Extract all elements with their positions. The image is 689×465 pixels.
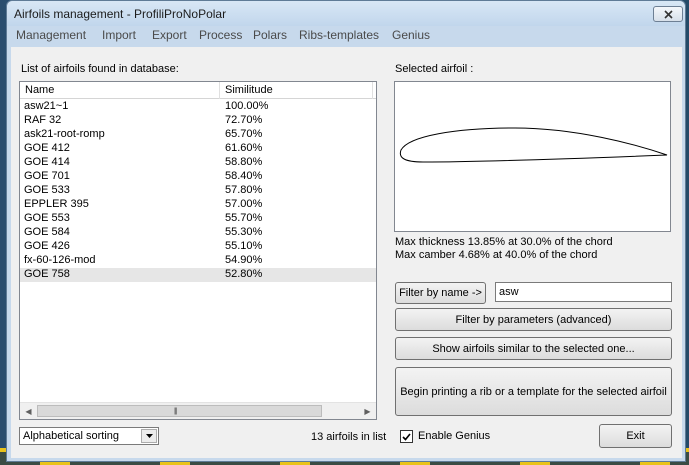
menu-polars[interactable]: Polars [253, 28, 287, 42]
table-row[interactable]: RAF 32 72.70% [20, 114, 376, 128]
similitude-cell: 52.80% [225, 268, 263, 280]
grip-icon: ||| [174, 408, 178, 415]
checkmark-icon [402, 432, 411, 441]
scroll-right-icon[interactable]: ▶ [359, 403, 376, 419]
airfoils-window: Airfoils management - ProfiliProNoPolar … [6, 0, 686, 462]
similitude-cell: 55.10% [225, 240, 263, 252]
menu-export[interactable]: Export [152, 28, 187, 42]
menu-genius[interactable]: Genius [392, 28, 430, 42]
menu-ribs-templates[interactable]: Ribs-templates [299, 28, 379, 42]
similitude-cell: 55.70% [225, 212, 263, 224]
sorting-value: Alphabetical sorting [23, 430, 120, 442]
table-row[interactable]: fx-60-126-mod 54.90% [20, 254, 376, 268]
close-button[interactable] [653, 6, 683, 22]
title-bar: Airfoils management - ProfiliProNoPolar [7, 1, 685, 26]
airfoil-name-cell: fx-60-126-mod [24, 254, 96, 266]
table-row[interactable]: asw21~1 100.00% [20, 100, 376, 114]
airfoil-name-cell: GOE 758 [24, 268, 70, 280]
table-row[interactable]: GOE 553 55.70% [20, 212, 376, 226]
enable-genius-label[interactable]: Enable Genius [418, 430, 490, 442]
window-title: Airfoils management - ProfiliProNoPolar [14, 7, 227, 21]
scroll-left-icon[interactable]: ◀ [20, 403, 37, 419]
table-row[interactable]: GOE 701 58.40% [20, 170, 376, 184]
menu-process[interactable]: Process [199, 28, 242, 42]
table-row[interactable]: GOE 412 61.60% [20, 142, 376, 156]
table-row[interactable]: GOE 758 52.80% [20, 268, 376, 282]
chevron-down-icon [145, 434, 153, 438]
airfoil-name-cell: RAF 32 [24, 114, 62, 126]
client-area: List of airfoils found in database: Name… [11, 47, 682, 458]
filter-name-input[interactable] [496, 283, 671, 301]
table-row[interactable]: GOE 414 58.80% [20, 156, 376, 170]
airfoil-name-cell: GOE 426 [24, 240, 70, 252]
similitude-cell: 54.90% [225, 254, 263, 266]
table-row[interactable]: GOE 533 57.80% [20, 184, 376, 198]
similitude-cell: 72.70% [225, 114, 263, 126]
similitude-cell: 55.30% [225, 226, 263, 238]
table-row[interactable]: EPPLER 395 57.00% [20, 198, 376, 212]
close-icon [663, 9, 673, 19]
similitude-cell: 57.00% [225, 198, 263, 210]
airfoil-preview [394, 81, 671, 232]
airfoil-name-cell: GOE 533 [24, 184, 70, 196]
dropdown-button[interactable] [141, 429, 157, 443]
preview-caption: Selected airfoil : [395, 63, 474, 75]
sorting-dropdown[interactable]: Alphabetical sorting [19, 427, 159, 445]
similitude-cell: 58.80% [225, 156, 263, 168]
filter-parameters-button[interactable]: Filter by parameters (advanced) [395, 308, 672, 331]
menu-management[interactable]: Management [16, 28, 86, 42]
similitude-cell: 61.60% [225, 142, 263, 154]
column-header-similitude[interactable]: Similitude [225, 84, 273, 96]
similitude-cell: 100.00% [225, 100, 269, 112]
similitude-cell: 57.80% [225, 184, 263, 196]
airfoil-name-cell: GOE 414 [24, 156, 70, 168]
airfoil-name-cell: GOE 584 [24, 226, 70, 238]
airfoil-list[interactable]: Name Similitude asw21~1 100.00% RAF 32 72.7… [19, 81, 377, 420]
airfoil-name-cell: GOE 412 [24, 142, 70, 154]
menu-import[interactable]: Import [102, 28, 136, 42]
airfoil-name-cell: EPPLER 395 [24, 198, 89, 210]
exit-button[interactable]: Exit [599, 424, 672, 448]
column-header-name[interactable]: Name [25, 84, 54, 96]
similitude-cell: 58.40% [225, 170, 263, 182]
print-rib-button[interactable]: Begin printing a rib or a template for t… [395, 367, 672, 416]
show-similar-button[interactable]: Show airfoils similar to the selected on… [395, 337, 672, 360]
menu-bar: Management Import Export Process Polars … [7, 26, 685, 46]
enable-genius-checkbox[interactable] [400, 430, 413, 443]
filter-by-name-button[interactable]: Filter by name -> [395, 282, 486, 304]
airfoil-name-cell: asw21~1 [24, 100, 69, 112]
column-divider[interactable] [372, 82, 373, 99]
table-row[interactable]: ask21-root-romp 65.70% [20, 128, 376, 142]
horizontal-scrollbar[interactable]: ◀ ||| ▶ [20, 402, 376, 419]
column-divider[interactable] [219, 82, 220, 99]
list-caption: List of airfoils found in database: [21, 63, 179, 75]
table-row[interactable]: GOE 426 55.10% [20, 240, 376, 254]
thickness-info: Max thickness 13.85% at 30.0% of the cho… [395, 236, 613, 248]
list-rows: asw21~1 100.00% RAF 32 72.70% ask21-root-rom… [20, 100, 376, 282]
camber-info: Max camber 4.68% at 40.0% of the chord [395, 249, 598, 261]
filter-name-field[interactable] [495, 282, 672, 302]
airfoil-name-cell: GOE 553 [24, 212, 70, 224]
airfoil-name-cell: ask21-root-romp [24, 128, 105, 140]
similitude-cell: 65.70% [225, 128, 263, 140]
scroll-thumb[interactable]: ||| [37, 405, 322, 417]
table-row[interactable]: GOE 584 55.30% [20, 226, 376, 240]
list-header: Name Similitude [20, 82, 376, 99]
airfoil-count: 13 airfoils in list [311, 431, 387, 443]
airfoil-shape [399, 127, 668, 163]
airfoil-name-cell: GOE 701 [24, 170, 70, 182]
